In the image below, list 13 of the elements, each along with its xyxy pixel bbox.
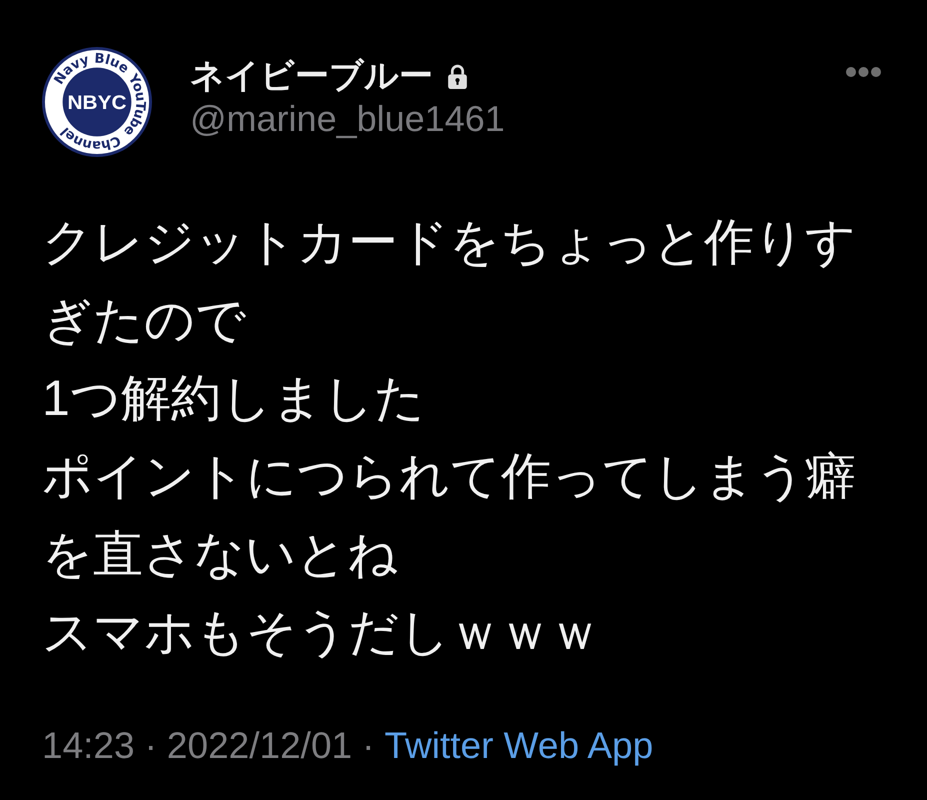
tweet-time: 14:23: [42, 724, 135, 768]
tweet-text: ポイントにつられて作ってしまう癖を直さないとね: [42, 447, 857, 584]
more-options-icon[interactable]: [846, 67, 881, 77]
tweet-text: クレジットカードをちょっと作りすぎたので: [42, 213, 857, 350]
separator: ·: [144, 724, 157, 768]
tweet-text: スマホもそうだしｗｗｗ: [42, 603, 601, 662]
user-handle[interactable]: @marine_blue1461: [190, 98, 505, 140]
tweet-text: 1つ解約しました: [42, 369, 426, 428]
logo-center-text: NBYC: [68, 92, 124, 114]
tweet-date: 2022/12/01: [166, 724, 352, 768]
source-link[interactable]: Twitter Web App: [384, 724, 654, 768]
separator: ·: [362, 724, 374, 768]
display-name[interactable]: ネイビーブルー: [190, 56, 433, 96]
